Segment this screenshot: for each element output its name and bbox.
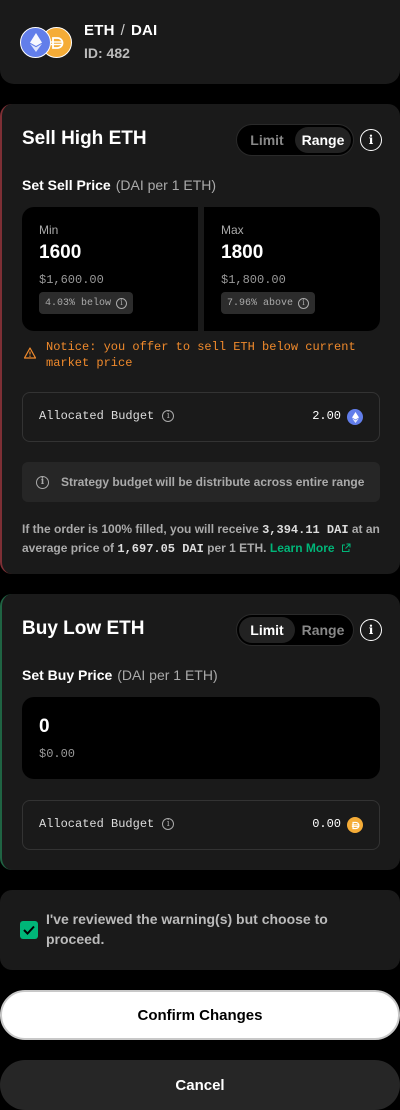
order-summary: If the order is 100% filled, you will re…: [22, 520, 382, 558]
eth-icon: [347, 409, 363, 425]
distribution-note: i Strategy budget will be distribute acr…: [22, 462, 380, 502]
set-buy-price-label: Set Buy Price (DAI per 1 ETH): [22, 667, 218, 683]
min-label: Min: [39, 223, 59, 237]
buy-title: Buy Low ETH: [22, 618, 145, 639]
buy-limit-range-toggle: Limit Range: [236, 614, 354, 646]
sell-limit-option[interactable]: Limit: [239, 127, 295, 153]
min-market-diff: 4.03% below: [45, 297, 112, 309]
buy-section: Buy Low ETH Limit Range i Set Buy Price(…: [0, 594, 400, 870]
set-sell-price-label: Set Sell Price (DAI per 1 ETH): [22, 177, 216, 193]
strategy-id: ID: 482: [84, 45, 130, 61]
external-link-icon[interactable]: [341, 543, 351, 553]
min-usd-value: $1,600.00: [39, 273, 104, 287]
sell-budget-field[interactable]: Allocated Budget i 2.00: [22, 392, 380, 442]
set-sell-price-unit: (DAI per 1 ETH): [115, 177, 217, 193]
notice-text: Notice: you offer to sell ETH below curr…: [46, 340, 356, 370]
buy-budget-field[interactable]: Allocated Budget i 0.00: [22, 800, 380, 850]
set-buy-price-unit: (DAI per 1 ETH): [117, 667, 218, 683]
max-price-input[interactable]: 1800: [221, 242, 263, 264]
set-sell-price-title: Set Sell Price: [22, 177, 111, 193]
sell-limit-range-toggle: Limit Range: [236, 124, 354, 156]
token-pair-logos: [20, 27, 74, 59]
buy-budget-label-text: Allocated Budget: [39, 817, 155, 831]
pair-separator: /: [120, 22, 125, 39]
warning-acknowledgement: I've reviewed the warning(s) but choose …: [0, 890, 400, 970]
info-icon[interactable]: i: [360, 619, 382, 641]
price-notice: Notice: you offer to sell ETH below curr…: [24, 339, 374, 371]
pair-name: ETH / DAI: [84, 22, 157, 39]
checkmark-icon: [23, 925, 35, 935]
info-icon[interactable]: i: [360, 129, 382, 151]
sell-budget-label: Allocated Budget i: [39, 409, 175, 423]
buy-price-box[interactable]: 0 $0.00: [22, 697, 380, 779]
summary-part3: per 1 ETH.: [207, 541, 267, 555]
buy-usd-value: $0.00: [39, 747, 76, 761]
dai-icon: [347, 817, 363, 833]
buy-limit-option[interactable]: Limit: [239, 617, 295, 643]
confirm-changes-button[interactable]: Confirm Changes: [0, 990, 400, 1040]
max-label: Max: [221, 223, 244, 237]
set-buy-price-title: Set Buy Price: [22, 667, 113, 683]
max-market-badge: 7.96% above i: [221, 292, 316, 314]
buy-budget-label: Allocated Budget i: [39, 817, 175, 831]
base-token: ETH: [84, 22, 115, 39]
info-icon[interactable]: i: [298, 297, 310, 309]
min-market-badge: 4.03% below i: [39, 292, 134, 314]
min-price-box[interactable]: Min 1600 $1,600.00 4.03% below i: [22, 207, 198, 331]
info-icon[interactable]: i: [162, 410, 175, 422]
sell-section: Sell High ETH Limit Range i Set Sell Pri…: [0, 104, 400, 574]
sell-budget-input[interactable]: 2.00: [312, 409, 341, 423]
acknowledge-checkbox[interactable]: [20, 921, 38, 939]
summary-receive: 3,394.11 DAI: [262, 523, 349, 537]
buy-price-input[interactable]: 0: [39, 716, 50, 738]
acknowledge-text[interactable]: I've reviewed the warning(s) but choose …: [46, 909, 346, 949]
eth-icon: [20, 27, 51, 58]
info-icon[interactable]: i: [162, 818, 175, 830]
sell-budget-label-text: Allocated Budget: [39, 409, 155, 423]
info-icon[interactable]: i: [116, 297, 128, 309]
distribution-note-text: Strategy budget will be distribute acros…: [61, 475, 365, 489]
max-market-diff: 7.96% above: [227, 297, 294, 309]
cancel-button[interactable]: Cancel: [0, 1060, 400, 1110]
min-price-input[interactable]: 1600: [39, 242, 81, 264]
buy-budget-input[interactable]: 0.00: [312, 817, 341, 831]
quote-token: DAI: [130, 22, 158, 39]
learn-more-link[interactable]: Learn More: [270, 541, 351, 555]
info-icon: i: [36, 475, 49, 489]
buy-range-option[interactable]: Range: [295, 617, 351, 643]
sell-range-option[interactable]: Range: [295, 127, 351, 153]
max-price-box[interactable]: Max 1800 $1,800.00 7.96% above i: [204, 207, 380, 331]
learn-more-label[interactable]: Learn More: [270, 541, 335, 555]
max-usd-value: $1,800.00: [221, 273, 286, 287]
warning-icon: [24, 347, 36, 359]
pair-header: ETH / DAI ID: 482: [0, 0, 400, 84]
sell-title: Sell High ETH: [22, 128, 147, 149]
summary-avg-price: 1,697.05 DAI: [117, 542, 204, 556]
summary-part1: If the order is 100% filled, you will re…: [22, 522, 259, 536]
